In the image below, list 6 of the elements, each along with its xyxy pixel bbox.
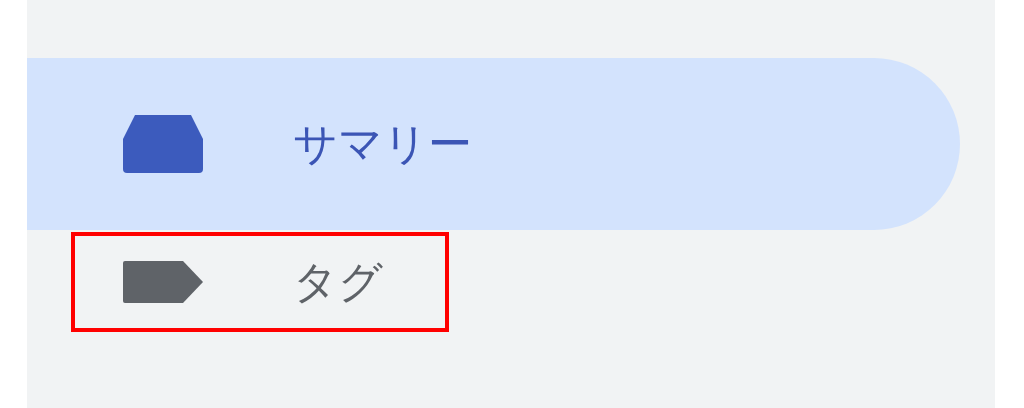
nav-label: タグ [293,255,383,309]
tray-icon [121,113,205,175]
nav-label: サマリー [293,117,472,171]
tag-icon [121,259,205,305]
nav-item[interactable]: サマリー [27,58,960,230]
nav-item[interactable]: タグ [27,232,960,332]
